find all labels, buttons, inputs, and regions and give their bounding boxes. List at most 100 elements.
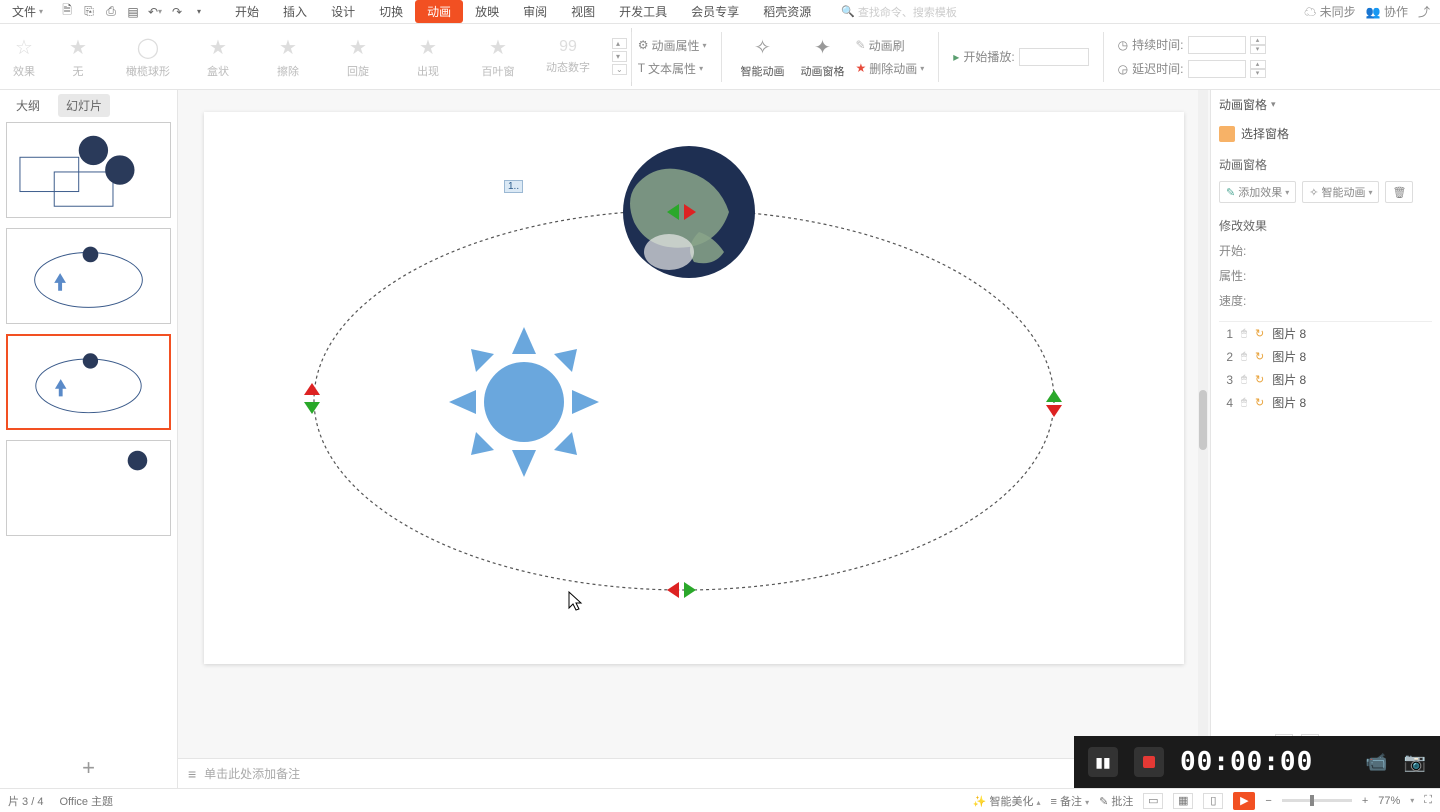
circle-icon: ◯ <box>137 35 159 60</box>
recorder-pause-button[interactable]: ▮▮ <box>1088 747 1118 777</box>
ribbon-tabs: 开始 插入 设计 切换 动画 放映 审阅 视图 开发工具 会员专享 稻壳资源 <box>223 0 823 23</box>
duration-label: 持续时间: <box>1132 36 1183 53</box>
preset-wipe[interactable]: ★擦除 <box>258 35 318 79</box>
start-label: 开始: <box>1219 242 1246 259</box>
chevron-down-icon: ▾ <box>1271 99 1276 110</box>
preset-spin[interactable]: ★回旋 <box>328 35 388 79</box>
add-effect-button[interactable]: ✎添加效果▾ <box>1219 181 1296 203</box>
preset-appear[interactable]: ★出现 <box>398 35 458 79</box>
preset-dynamic-number[interactable]: 99动态数字 <box>538 38 598 75</box>
animation-item[interactable]: 2🖱↻图片 8 <box>1219 345 1432 368</box>
comments-button[interactable]: ✎ 批注 <box>1099 793 1133 809</box>
tab-member[interactable]: 会员专享 <box>679 0 751 23</box>
brush-icon: ✎ <box>856 38 866 52</box>
motion-path-icon: ↻ <box>1255 396 1264 409</box>
qat-more-icon[interactable]: ▾ <box>191 4 207 20</box>
export-icon[interactable]: ⎘ <box>81 4 97 20</box>
preset-none[interactable]: ★无 <box>48 35 108 79</box>
beautify-button[interactable]: ✨ 智能美化 ▴ <box>973 793 1041 809</box>
fit-to-window-button[interactable]: ⛶ <box>1424 794 1432 807</box>
undo-icon[interactable]: ↶▾ <box>147 4 163 20</box>
delete-button[interactable]: 🗑 <box>1385 181 1413 203</box>
effect-options-button[interactable]: ☆效果 <box>4 35 44 79</box>
start-slideshow-button[interactable]: ▶ <box>1233 792 1255 810</box>
star-icon: ★ <box>209 35 227 60</box>
zoom-in-button[interactable]: + <box>1362 795 1368 807</box>
preset-blinds[interactable]: ★百叶窗 <box>468 35 528 79</box>
tab-resources[interactable]: 稻壳资源 <box>751 0 823 23</box>
zoom-value[interactable]: 77% <box>1378 795 1400 807</box>
delete-animation-button[interactable]: ★删除动画▾ <box>856 60 925 77</box>
scrollbar-handle[interactable] <box>1199 390 1207 450</box>
mouse-icon: 🖱 <box>1241 397 1247 408</box>
slide-thumbnail-3[interactable] <box>6 334 171 430</box>
gallery-scroll-up-icon[interactable]: ▴ <box>612 38 627 49</box>
animation-item[interactable]: 3🖱↻图片 8 <box>1219 368 1432 391</box>
sync-status[interactable]: ☁ 未同步 <box>1304 3 1355 20</box>
animation-brush-button[interactable]: ✎动画刷 <box>856 37 925 54</box>
preview-icon[interactable]: ▤ <box>125 4 141 20</box>
tab-review[interactable]: 审阅 <box>511 0 559 23</box>
slides-tab[interactable]: 幻灯片 <box>58 94 110 117</box>
duration-row: ◷持续时间:▴▾ <box>1118 36 1266 54</box>
tab-view[interactable]: 视图 <box>559 0 607 23</box>
redo-icon[interactable]: ↷ <box>169 4 185 20</box>
notes-toggle-icon[interactable]: ≡ <box>188 766 196 782</box>
vertical-scrollbar[interactable] <box>1198 90 1208 788</box>
slide-canvas[interactable]: 1.. <box>204 112 1184 664</box>
delay-spinner[interactable]: ▴▾ <box>1250 60 1266 78</box>
zoom-slider[interactable] <box>1282 799 1352 802</box>
smart-animation-button[interactable]: ✧智能动画▾ <box>1302 181 1379 203</box>
tab-design[interactable]: 设计 <box>319 0 367 23</box>
tab-animation[interactable]: 动画 <box>415 0 463 23</box>
animation-item[interactable]: 1🖱↻图片 8 <box>1219 322 1432 345</box>
text-properties-button[interactable]: T文本属性▾ <box>638 60 707 77</box>
animation-pane-button[interactable]: ✦动画窗格 <box>796 35 850 79</box>
slide-thumbnail-4[interactable] <box>6 440 171 536</box>
item-label: 图片 8 <box>1272 371 1306 388</box>
file-menu[interactable]: 文件▾ <box>4 3 51 20</box>
title-bar-right: ☁ 未同步 👥 协作 ⤴ <box>1304 3 1436 20</box>
save-icon[interactable]: 🗎 <box>59 4 75 20</box>
preset-box[interactable]: ★盒状 <box>188 35 248 79</box>
pane-header[interactable]: 动画窗格▾ <box>1219 96 1432 113</box>
tab-transition[interactable]: 切换 <box>367 0 415 23</box>
zoom-out-button[interactable]: − <box>1265 795 1271 807</box>
gallery-expand-icon[interactable]: ⌄ <box>612 64 627 75</box>
motion-path-icon: ↻ <box>1255 350 1264 363</box>
collab-button[interactable]: 👥 协作 <box>1366 3 1408 20</box>
view-sorter-button[interactable]: ▦ <box>1173 793 1193 809</box>
selection-pane-link[interactable]: 选择窗格 <box>1219 125 1432 142</box>
duration-spinner[interactable]: ▴▾ <box>1250 36 1266 54</box>
slide-thumbnail-1[interactable] <box>6 122 171 218</box>
view-reading-button[interactable]: ▯ <box>1203 793 1223 809</box>
search-box[interactable]: 🔍 查找命令、搜索模板 <box>841 4 957 20</box>
sparkle-icon: ✧ <box>1309 186 1318 199</box>
recorder-stop-button[interactable] <box>1134 747 1164 777</box>
animation-pane: 动画窗格▾ 选择窗格 动画窗格 ✎添加效果▾ ✧智能动画▾ 🗑 修改效果 开始:… <box>1210 90 1440 788</box>
motion-path-icon: ↻ <box>1255 373 1264 386</box>
smart-animation-button[interactable]: ✧智能动画 <box>736 35 790 79</box>
notes-toggle-button[interactable]: ≡ 备注 ▾ <box>1051 793 1090 809</box>
animation-item[interactable]: 4🖱↻图片 8 <box>1219 391 1432 414</box>
start-play-input[interactable] <box>1019 48 1089 66</box>
tab-insert[interactable]: 插入 <box>271 0 319 23</box>
duration-input[interactable] <box>1188 36 1246 54</box>
animation-properties-button[interactable]: ⚙动画属性▾ <box>638 37 707 54</box>
camera-toggle-button[interactable]: 📹 <box>1365 752 1387 773</box>
delay-input[interactable] <box>1188 60 1246 78</box>
preset-football[interactable]: ◯橄榄球形 <box>118 35 178 79</box>
view-normal-button[interactable]: ▭ <box>1143 793 1163 809</box>
item-label: 图片 8 <box>1272 394 1306 411</box>
tab-developer[interactable]: 开发工具 <box>607 0 679 23</box>
add-slide-button[interactable]: + <box>0 748 177 788</box>
share-icon[interactable]: ⤴ <box>1418 3 1430 20</box>
slide-thumbnail-2[interactable] <box>6 228 171 324</box>
screenshot-button[interactable]: 📷 <box>1404 752 1426 773</box>
tab-slideshow[interactable]: 放映 <box>463 0 511 23</box>
animation-gallery[interactable]: ★无 ◯橄榄球形 ★盒状 ★擦除 ★回旋 ★出现 ★百叶窗 99动态数字 ▴ ▾… <box>44 28 632 86</box>
gallery-scroll-down-icon[interactable]: ▾ <box>612 51 627 62</box>
tab-home[interactable]: 开始 <box>223 0 271 23</box>
outline-tab[interactable]: 大纲 <box>8 94 48 117</box>
print-icon[interactable]: ⎙ <box>103 4 119 20</box>
